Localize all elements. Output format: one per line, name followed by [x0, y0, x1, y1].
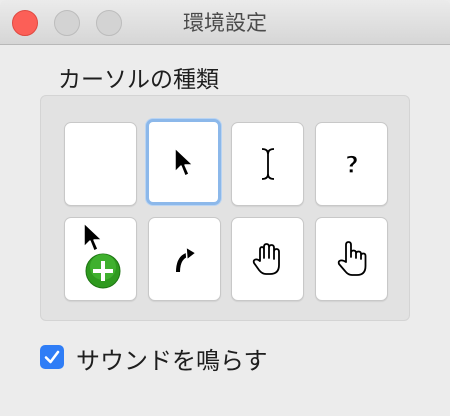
cursor-type-label: カーソルの種類 [58, 67, 219, 93]
cursor-option-pointing-hand[interactable] [315, 217, 388, 301]
cursor-options-group: ? [40, 95, 410, 321]
preferences-window: 環境設定 カーソルの種類 ? サウンドを鳴らす [0, 0, 450, 416]
cursor-option-help[interactable]: ? [315, 122, 388, 206]
pointing-hand-cursor-icon [337, 241, 366, 276]
cursor-option-ibeam[interactable] [231, 122, 304, 206]
cursor-option-blank[interactable] [64, 122, 137, 206]
copy-cursor-icon [82, 222, 120, 289]
title-bar[interactable]: 環境設定 [0, 0, 450, 45]
checkmark-icon [44, 350, 60, 364]
cursor-option-open-hand[interactable] [231, 217, 304, 301]
sound-checkbox[interactable] [40, 345, 64, 369]
cursor-option-copy[interactable] [64, 217, 137, 301]
cursor-option-arrow[interactable] [146, 119, 221, 205]
open-hand-cursor-icon [252, 243, 280, 275]
svg-text:?: ? [345, 151, 359, 179]
alias-cursor-icon [174, 246, 197, 273]
arrow-cursor-icon [173, 147, 194, 177]
ibeam-cursor-icon [261, 147, 274, 181]
cursor-option-alias[interactable] [148, 217, 221, 301]
help-cursor-icon: ? [344, 150, 359, 179]
sound-checkbox-label[interactable]: サウンドを鳴らす [76, 341, 268, 376]
window-title: 環境設定 [183, 11, 267, 35]
